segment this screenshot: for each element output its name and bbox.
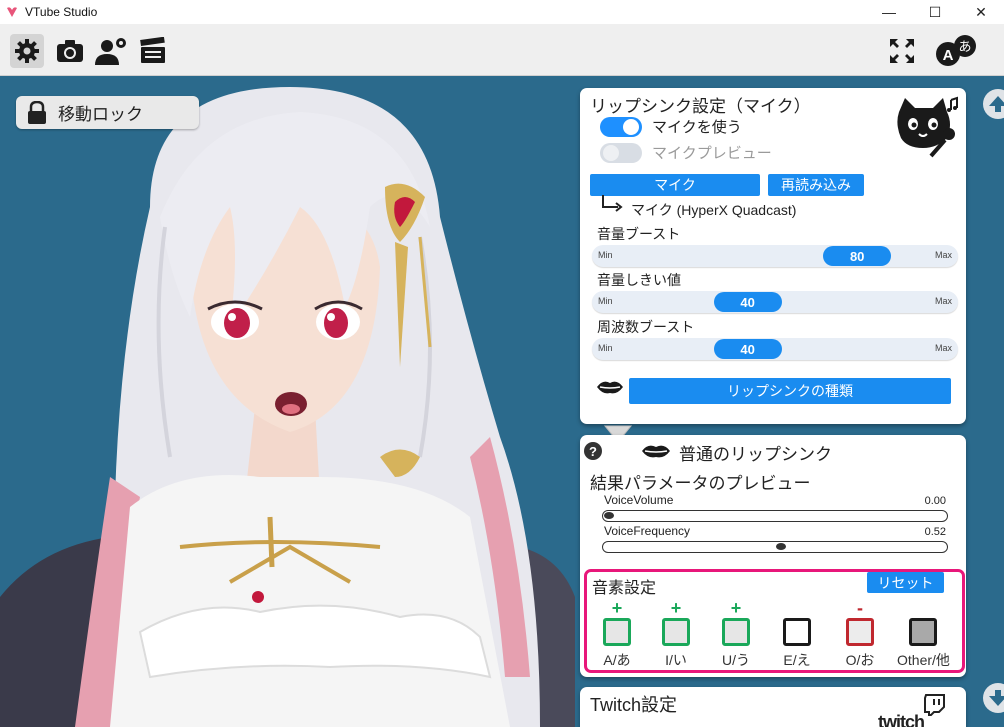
phoneme-checkbox[interactable] bbox=[909, 618, 937, 646]
phoneme-sign bbox=[771, 600, 823, 616]
slider-track[interactable]: Min Max 40 bbox=[592, 291, 958, 313]
user-settings-icon[interactable] bbox=[94, 34, 128, 68]
phoneme-checkbox[interactable] bbox=[846, 618, 874, 646]
svg-text:あ: あ bbox=[958, 40, 971, 55]
phoneme-reset-button[interactable]: リセット bbox=[867, 572, 944, 593]
svg-text:A: A bbox=[943, 47, 954, 64]
gear-icon[interactable] bbox=[10, 34, 44, 68]
phoneme-item[interactable]: + U/う bbox=[710, 598, 762, 670]
scroll-up-button[interactable] bbox=[983, 89, 1004, 119]
param-indicator bbox=[604, 512, 614, 519]
move-lock-label: 移動ロック bbox=[58, 105, 143, 124]
lock-icon bbox=[28, 100, 46, 124]
phoneme-settings-section: 音素設定 リセット + A/あ + I/い + U/う E/え - O/お Other/他 bbox=[584, 569, 965, 673]
slider-min-label: Min bbox=[598, 296, 613, 306]
phoneme-item[interactable]: - O/お bbox=[834, 598, 886, 670]
param-indicator bbox=[775, 543, 786, 550]
phoneme-checkbox[interactable] bbox=[662, 618, 690, 646]
use-mic-row[interactable]: マイクを使う bbox=[600, 116, 742, 137]
arrow-return-icon bbox=[602, 195, 623, 212]
lipsync-type-button[interactable]: リップシンクの種類 bbox=[629, 378, 951, 404]
slider-min-label: Min bbox=[598, 343, 613, 353]
help-icon[interactable]: ? bbox=[584, 442, 602, 460]
slider-track[interactable]: Min Max 80 bbox=[592, 245, 958, 267]
use-mic-toggle[interactable] bbox=[600, 116, 642, 137]
phoneme-label: Other/他 bbox=[897, 652, 950, 668]
slider-label: 周波数ブースト bbox=[597, 319, 695, 335]
param-preview-title: 結果パラメータのプレビュー bbox=[590, 474, 811, 493]
param-value: 0.52 bbox=[924, 526, 946, 538]
phoneme-sign: - bbox=[857, 598, 863, 618]
slider-max-label: Max bbox=[934, 250, 952, 260]
window-title: VTube Studio bbox=[25, 5, 98, 19]
mic-select-button[interactable]: マイク bbox=[590, 174, 760, 196]
twitch-panel: Twitch設定 twitch bbox=[580, 687, 966, 727]
maximize-button[interactable]: ☐ bbox=[912, 0, 958, 24]
slider-thumb[interactable]: 80 bbox=[823, 246, 892, 266]
reload-button[interactable]: 再読み込み bbox=[768, 174, 864, 196]
phoneme-item[interactable]: Other/他 bbox=[897, 600, 950, 670]
twitch-panel-title: Twitch設定 bbox=[590, 695, 678, 715]
twitch-logo: twitch bbox=[878, 712, 925, 727]
phoneme-item[interactable]: E/え bbox=[771, 600, 823, 670]
param-value: 0.00 bbox=[924, 495, 946, 507]
phoneme-checkbox[interactable] bbox=[783, 618, 811, 646]
lipsync-mode-title: 普通のリップシンク bbox=[679, 445, 832, 464]
phoneme-label: U/う bbox=[722, 652, 750, 668]
slider-label: 音量しきい値 bbox=[597, 272, 681, 288]
use-mic-label: マイクを使う bbox=[652, 119, 742, 136]
minimize-button[interactable]: — bbox=[866, 0, 912, 24]
mic-panel-title: リップシンク設定（マイク） bbox=[590, 97, 811, 116]
param-name: VoiceFrequency bbox=[604, 524, 691, 538]
phoneme-label: O/お bbox=[845, 652, 875, 668]
close-button[interactable]: ✕ bbox=[958, 0, 1004, 24]
main-toolbar: A あ bbox=[0, 24, 1004, 76]
mic-preview-toggle[interactable] bbox=[600, 142, 642, 163]
phoneme-sign: + bbox=[611, 598, 623, 618]
param-name: VoiceVolume bbox=[604, 493, 674, 507]
slider-thumb[interactable]: 40 bbox=[713, 292, 782, 312]
lips-icon bbox=[597, 381, 623, 394]
phoneme-checkbox[interactable] bbox=[722, 618, 750, 646]
mic-preview-label: マイクプレビュー bbox=[652, 145, 772, 162]
param-track bbox=[602, 510, 948, 522]
clapperboard-icon[interactable] bbox=[136, 34, 170, 68]
mic-device-name: マイク (HyperX Quadcast) bbox=[631, 202, 797, 218]
slider-label: 音量ブースト bbox=[597, 226, 681, 242]
slider-max-label: Max bbox=[934, 296, 952, 306]
cat-mic-icon bbox=[897, 96, 958, 158]
phoneme-item[interactable]: + I/い bbox=[650, 598, 702, 670]
phoneme-title: 音素設定 bbox=[592, 580, 657, 597]
slider-max-label: Max bbox=[934, 343, 952, 353]
slider-thumb[interactable]: 40 bbox=[713, 339, 782, 359]
phoneme-sign: + bbox=[670, 598, 682, 618]
phoneme-label: I/い bbox=[665, 652, 687, 668]
param-track bbox=[602, 541, 948, 553]
lips-icon bbox=[642, 445, 670, 458]
move-lock-toggle[interactable]: 移動ロック bbox=[16, 96, 199, 129]
app-logo-icon bbox=[7, 7, 17, 17]
fullscreen-icon[interactable] bbox=[885, 34, 919, 68]
lipsync-result-panel: ? 普通のリップシンク 結果パラメータのプレビュー VoiceVolume 0.0… bbox=[580, 435, 966, 677]
phoneme-checkbox[interactable] bbox=[603, 618, 631, 646]
phoneme-sign: + bbox=[730, 598, 742, 618]
phoneme-label: A/あ bbox=[603, 652, 631, 668]
phoneme-label: E/え bbox=[783, 652, 811, 668]
scroll-down-button[interactable] bbox=[983, 683, 1004, 713]
camera-icon[interactable] bbox=[53, 34, 87, 68]
slider-track[interactable]: Min Max 40 bbox=[592, 338, 958, 360]
slider-min-label: Min bbox=[598, 250, 613, 260]
window-titlebar: VTube Studio — ☐ ✕ bbox=[0, 0, 1004, 24]
mic-preview-row[interactable]: マイクプレビュー bbox=[600, 142, 772, 163]
mic-lipsync-panel: リップシンク設定（マイク） マイクを使う マイクプレビュー マイク 再読み込み … bbox=[580, 88, 966, 424]
phoneme-item[interactable]: + A/あ bbox=[591, 598, 643, 670]
language-icon[interactable]: A あ bbox=[932, 34, 980, 68]
twitch-glitch-icon bbox=[924, 694, 945, 716]
phoneme-sign bbox=[897, 600, 949, 616]
